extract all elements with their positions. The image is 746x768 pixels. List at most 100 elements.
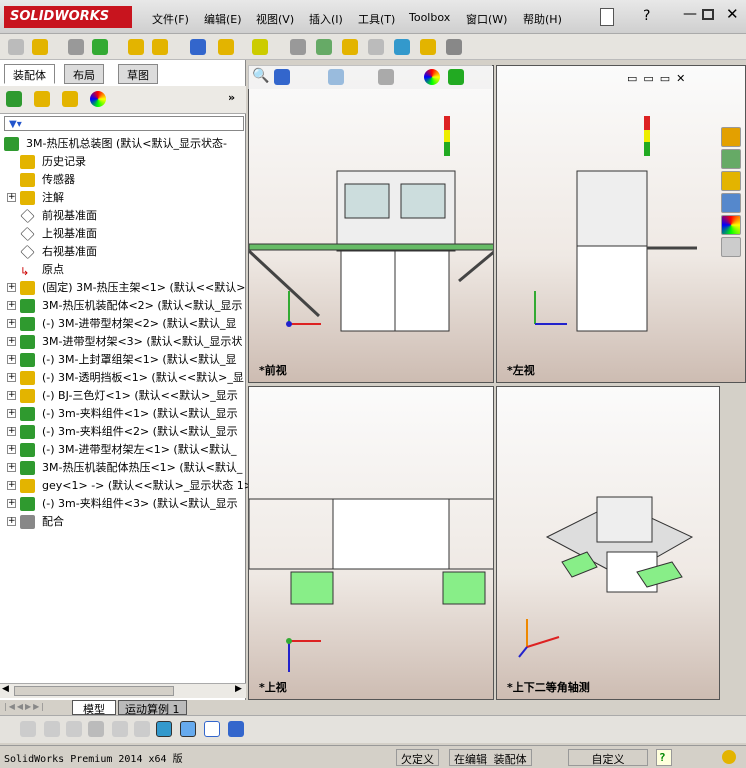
display-style-icon[interactable] (378, 69, 394, 85)
expand-toggle-icon[interactable]: + (7, 355, 16, 364)
display-manager-tab-icon[interactable] (90, 91, 106, 107)
tree-item[interactable]: + 配合 (0, 513, 246, 531)
expand-toggle-icon[interactable]: + (7, 301, 16, 310)
toolbar-interference-icon[interactable] (394, 39, 410, 55)
tree-item[interactable]: + (-) 3M-透明挡板<1> (默认<<默认>_显 (0, 369, 246, 387)
toolbar-exploded-view-icon[interactable] (342, 39, 358, 55)
configuration-manager-tab-icon[interactable] (62, 91, 78, 107)
property-manager-tab-icon[interactable] (34, 91, 50, 107)
expand-toggle-icon[interactable]: + (7, 319, 16, 328)
table-icon[interactable] (204, 721, 220, 737)
expand-toggle-icon[interactable]: + (7, 337, 16, 346)
tab-assembly[interactable]: 装配体 (4, 64, 55, 84)
toolbar-instant3d-icon[interactable] (446, 39, 462, 55)
horizontal-scrollbar[interactable]: ◀ ▶ (0, 683, 246, 698)
toolbar-mate-icon[interactable] (68, 39, 84, 55)
appearances-icon[interactable] (721, 215, 741, 235)
close-button[interactable]: ✕ (726, 5, 739, 23)
expand-toggle-icon[interactable]: + (7, 283, 16, 292)
tree-item[interactable]: + (-) 3M-进带型材架左<1> (默认<默认_ (0, 441, 246, 459)
toolbar-edit-component-icon[interactable] (8, 39, 24, 55)
list-icon[interactable] (88, 721, 104, 737)
appearance-icon[interactable] (424, 69, 440, 85)
tree-item[interactable]: 3M-热压机总装图 (默认<默认_显示状态- (0, 135, 246, 153)
scene-icon[interactable] (448, 69, 464, 85)
expand-toggle-icon[interactable]: + (7, 193, 16, 202)
tree-item[interactable]: +3M-热压机装配体<2> (默认<默认_显示 (0, 297, 246, 315)
toolbar-insert-component-icon[interactable] (32, 39, 48, 55)
cube-view-icon[interactable] (180, 721, 196, 737)
tree-item[interactable]: + 注解 (0, 189, 246, 207)
view-icon-1[interactable] (20, 721, 36, 737)
tab-sketch[interactable]: 草图 (118, 64, 158, 84)
viewport-top[interactable]: *上视 (248, 386, 494, 700)
file-explorer-icon[interactable] (721, 171, 741, 191)
filter-input[interactable]: ▼▾ (4, 116, 244, 131)
feature-manager-tab-icon[interactable] (6, 91, 22, 107)
origin-view-icon[interactable] (156, 721, 172, 737)
expand-toggle-icon[interactable]: + (7, 481, 16, 490)
expand-toggle-icon[interactable]: + (7, 427, 16, 436)
tree-item[interactable]: + (-) BJ-三色灯<1> (默认<<默认>_显示 (0, 387, 246, 405)
menu-insert[interactable]: 插入(I) (309, 11, 343, 27)
viewport-left[interactable]: ▭▭▭✕ *左视 (496, 65, 746, 383)
render-icon[interactable] (228, 721, 244, 737)
toolbar-new-motion-study-icon[interactable] (290, 39, 306, 55)
viewport-front[interactable]: *前视 (248, 65, 494, 383)
tree-item[interactable]: + (固定) 3M-热压主架<1> (默认<<默认> (0, 279, 246, 297)
viewport-window-controls[interactable]: ▭▭▭✕ (627, 72, 691, 85)
tree-item[interactable]: + (-) 3m-夹料组件<2> (默认<默认_显示 (0, 423, 246, 441)
solidworks-logo[interactable]: SOLIDWORKS (4, 6, 132, 28)
tree-item[interactable]: + (-) 3M-上封罩组架<1> (默认<默认_显 (0, 351, 246, 369)
expand-toggle-icon[interactable]: + (7, 373, 16, 382)
expand-chevron-icon[interactable]: » (228, 91, 235, 104)
expand-toggle-icon[interactable]: + (7, 409, 16, 418)
tree-item[interactable]: + (-) 3m-夹料组件<3> (默认<默认_显示 (0, 495, 246, 513)
minimize-button[interactable]: — (683, 6, 697, 22)
solidworks-resources-icon[interactable] (721, 127, 741, 147)
custom-properties-icon[interactable] (721, 237, 741, 257)
toolbar-smart-fastener-icon[interactable] (152, 39, 168, 55)
scroll-right-arrow-icon[interactable]: ▶ (235, 684, 242, 694)
new-document-icon[interactable] (600, 8, 614, 26)
align-icon[interactable] (134, 721, 150, 737)
grid-lines-icon[interactable] (112, 721, 128, 737)
view-icon-3[interactable] (66, 721, 82, 737)
toolbar-pattern-icon[interactable] (92, 39, 108, 55)
menu-view[interactable]: 视图(V) (256, 11, 294, 27)
tab-layout[interactable]: 布局 (64, 64, 104, 84)
tree-item[interactable]: +3M-进带型材架<3> (默认<默认_显示状 (0, 333, 246, 351)
tree-item[interactable]: + (-) 3m-夹料组件<1> (默认<默认_显示 (0, 405, 246, 423)
tree-item[interactable]: 前视基准面 (0, 207, 246, 225)
design-library-icon[interactable] (721, 149, 741, 169)
tab-model[interactable]: 模型 (72, 700, 116, 716)
tree-item[interactable]: +3M-热压机装配体热压<1> (默认<默认_ (0, 459, 246, 477)
tab-scroll-arrows-icon[interactable]: |◀◀▶▶| (4, 702, 46, 711)
expand-toggle-icon[interactable]: + (7, 445, 16, 454)
toolbar-clearance-icon[interactable] (420, 39, 436, 55)
toolbar-move-component-icon[interactable] (128, 39, 144, 55)
viewport-isometric[interactable]: *上下二等角轴测 (496, 386, 720, 700)
zoom-to-fit-icon[interactable]: 🔍 (252, 68, 269, 84)
scrollbar-thumb[interactable] (14, 686, 174, 696)
menu-toolbox[interactable]: Toolbox (409, 11, 450, 24)
toolbar-show-hidden-icon[interactable] (190, 39, 206, 55)
view-orientation-icon[interactable] (328, 69, 344, 85)
tree-item[interactable]: + (-) 3M-进带型材架<2> (默认<默认_显 (0, 315, 246, 333)
toolbar-bom-icon[interactable] (316, 39, 332, 55)
menu-window[interactable]: 窗口(W) (466, 11, 507, 27)
view-icon-2[interactable] (44, 721, 60, 737)
tree-item[interactable]: 传感器 (0, 171, 246, 189)
tab-motion-study-1[interactable]: 运动算例 1 (118, 700, 187, 716)
menu-help[interactable]: 帮助(H) (523, 11, 562, 27)
units-selector[interactable]: 自定义 (568, 749, 648, 766)
tag-icon[interactable] (722, 750, 736, 764)
toolbar-explode-line-icon[interactable] (368, 39, 384, 55)
help-icon[interactable]: ? (643, 8, 650, 24)
menu-tools[interactable]: 工具(T) (358, 11, 395, 27)
menu-file[interactable]: 文件(F) (152, 11, 189, 27)
menu-edit[interactable]: 编辑(E) (204, 11, 242, 27)
toolbar-reference-geometry-icon[interactable] (252, 39, 268, 55)
expand-toggle-icon[interactable]: + (7, 499, 16, 508)
previous-view-icon[interactable] (274, 69, 290, 85)
